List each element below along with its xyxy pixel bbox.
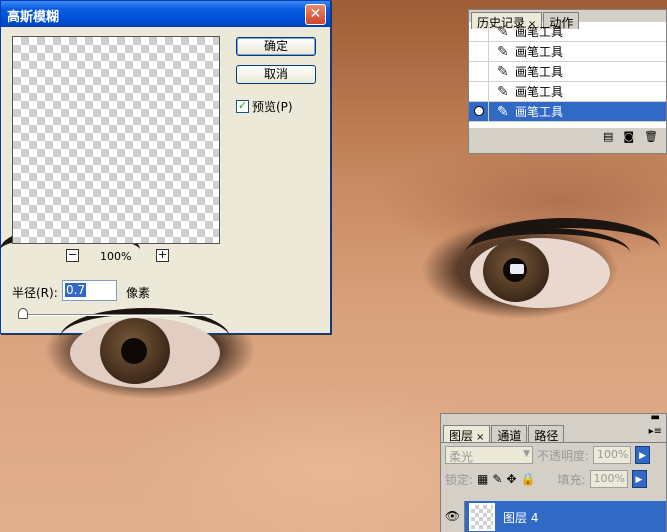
tab-layers[interactable]: 图层 × bbox=[443, 425, 491, 443]
cancel-button[interactable]: 取消 bbox=[236, 65, 316, 84]
blend-row: 柔光 ▼ 不透明度: 100% ▶ bbox=[441, 443, 666, 467]
history-item-label: 画笔工具 bbox=[515, 45, 564, 59]
history-item-selected[interactable]: ✎ 画笔工具 bbox=[469, 101, 666, 122]
history-item[interactable]: ✎ 画笔工具 bbox=[469, 61, 666, 82]
opacity-label: 不透明度: bbox=[537, 448, 590, 463]
ok-button[interactable]: 确定 bbox=[236, 37, 316, 56]
plus-icon: + bbox=[157, 248, 168, 261]
radius-label: 半径(R): bbox=[12, 286, 58, 300]
tab-layers-label: 图层 bbox=[449, 429, 474, 443]
layer-row[interactable]: 👁 图层 4 bbox=[441, 501, 666, 532]
layer-thumbnail bbox=[469, 503, 495, 531]
opacity-arrow-button[interactable]: ▶ bbox=[635, 446, 651, 464]
trash-icon[interactable]: 🗑 bbox=[644, 130, 658, 143]
panel-close-icon[interactable]: ▬ bbox=[651, 412, 660, 423]
history-footer: ▤ ◙ 🗑 bbox=[469, 128, 666, 145]
close-button[interactable]: ✕ bbox=[305, 4, 326, 25]
history-item-label: 画笔工具 bbox=[515, 85, 564, 99]
history-item-label: 画笔工具 bbox=[515, 105, 564, 119]
radius-value: 0.7 bbox=[65, 283, 87, 297]
history-source-cell[interactable] bbox=[469, 81, 489, 102]
tab-channels[interactable]: 通道 bbox=[491, 425, 528, 443]
opacity-input[interactable]: 100% bbox=[593, 446, 632, 464]
right-upper-lash bbox=[465, 228, 630, 278]
brush-icon: ✎ bbox=[497, 103, 509, 120]
chevron-down-icon: ▼ bbox=[523, 449, 530, 459]
history-source-cell[interactable] bbox=[469, 22, 489, 42]
blend-mode-value: 柔光 bbox=[449, 450, 474, 464]
preview-checkbox[interactable]: ✓ bbox=[236, 100, 249, 113]
history-source-cell[interactable] bbox=[469, 61, 489, 82]
close-icon: ✕ bbox=[309, 6, 322, 22]
tab-paths-label: 路径 bbox=[534, 429, 559, 443]
lock-transparency-icon[interactable]: ▦ bbox=[477, 472, 488, 486]
minus-icon: − bbox=[67, 248, 78, 261]
layer-selected[interactable]: 图层 4 bbox=[465, 501, 666, 532]
preview-canvas[interactable] bbox=[12, 36, 220, 244]
lock-all-icon[interactable]: 🔒 bbox=[521, 472, 536, 486]
history-panel: 历史记录× 动作 ✎ 画笔工具 ✎ 画笔工具 ✎ 画笔工具 ✎ 画笔工具 ✎ bbox=[468, 9, 667, 154]
radius-slider-track[interactable] bbox=[20, 314, 213, 316]
tab-close-icon[interactable]: × bbox=[476, 432, 484, 443]
blend-mode-select[interactable]: 柔光 ▼ bbox=[445, 446, 533, 464]
panel-menu-icon[interactable]: ▸≡ bbox=[649, 426, 662, 437]
radius-slider-thumb[interactable] bbox=[18, 308, 28, 319]
lock-move-icon[interactable]: ✥ bbox=[506, 472, 516, 486]
radius-unit: 像素 bbox=[126, 286, 151, 300]
lock-row: 锁定: ▦ ✎ ✥ 🔒 填充: 100% ▶ bbox=[441, 467, 666, 491]
new-document-icon[interactable]: ▤ bbox=[603, 130, 613, 143]
layers-tabs: 图层 × 通道 路径 ▸≡ bbox=[441, 423, 666, 443]
zoom-out-button[interactable]: − bbox=[66, 249, 79, 262]
preview-label: 预览(P) bbox=[252, 100, 293, 114]
preview-checkbox-row[interactable]: ✓ 预览(P) bbox=[236, 98, 293, 115]
fill-label: 填充: bbox=[557, 472, 586, 487]
lock-label: 锁定: bbox=[445, 472, 474, 487]
fill-input[interactable]: 100% bbox=[589, 470, 628, 488]
layer-name: 图层 4 bbox=[503, 510, 539, 525]
brush-icon: ✎ bbox=[497, 83, 509, 100]
left-upper-lash bbox=[60, 308, 230, 368]
dialog-titlebar[interactable]: 高斯模糊 ✕ bbox=[1, 1, 330, 27]
history-source-cell[interactable] bbox=[469, 101, 489, 122]
visibility-eye-icon[interactable]: 👁 bbox=[441, 501, 465, 532]
zoom-in-button[interactable]: + bbox=[156, 249, 169, 262]
history-item[interactable]: ✎ 画笔工具 bbox=[469, 41, 666, 62]
history-item[interactable]: ✎ 画笔工具 bbox=[469, 81, 666, 102]
dialog-title: 高斯模糊 bbox=[7, 10, 60, 25]
tab-paths[interactable]: 路径 bbox=[528, 425, 565, 443]
panel-menu-strip: ▬ bbox=[441, 412, 666, 423]
history-source-cell[interactable] bbox=[469, 41, 489, 62]
lock-paint-icon[interactable]: ✎ bbox=[492, 472, 502, 486]
history-item-label: 画笔工具 bbox=[515, 25, 564, 39]
history-item-label: 画笔工具 bbox=[515, 65, 564, 79]
brush-icon: ✎ bbox=[497, 23, 509, 40]
tab-channels-label: 通道 bbox=[497, 429, 522, 443]
checkmark-icon: ✓ bbox=[237, 99, 248, 112]
history-state-marker-icon bbox=[474, 105, 484, 116]
brush-icon: ✎ bbox=[497, 63, 509, 80]
brush-icon: ✎ bbox=[497, 43, 509, 60]
camera-icon[interactable]: ◙ bbox=[623, 130, 634, 143]
history-list: ✎ 画笔工具 ✎ 画笔工具 ✎ 画笔工具 ✎ 画笔工具 ✎ 画笔工具 bbox=[469, 22, 666, 128]
zoom-level: 100% bbox=[100, 250, 132, 263]
layers-panel: ▬ 图层 × 通道 路径 ▸≡ 柔光 ▼ 不透明度: 100% ▶ 锁定: ▦ ✎… bbox=[440, 413, 667, 532]
radius-input[interactable]: 0.7 bbox=[62, 280, 117, 301]
fill-arrow-button[interactable]: ▶ bbox=[631, 470, 647, 488]
